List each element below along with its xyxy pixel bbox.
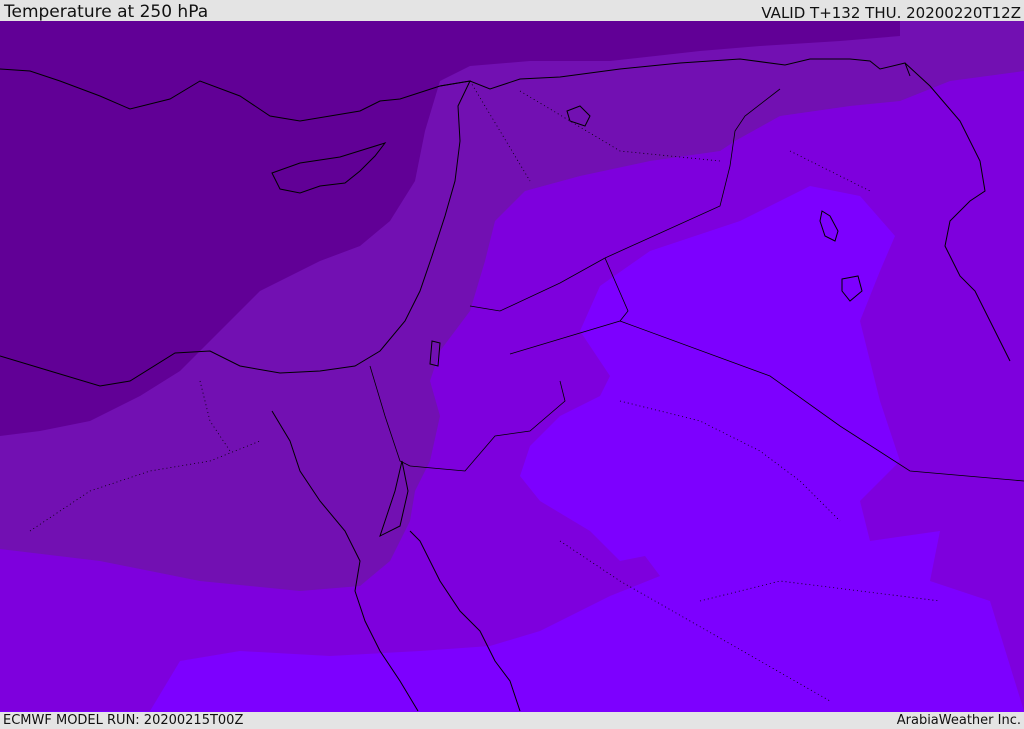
credit-label: ArabiaWeather Inc.	[896, 713, 1021, 728]
valid-time: VALID T+132 THU. 20200220T12Z	[761, 4, 1021, 22]
map-title: Temperature at 250 hPa	[4, 2, 209, 22]
header-bar: Temperature at 250 hPa VALID T+132 THU. …	[0, 0, 1024, 21]
footer-bar: ECMWF MODEL RUN: 20200215T00Z ArabiaWeat…	[0, 712, 1024, 729]
weather-map[interactable]	[0, 21, 1024, 712]
model-run-label: ECMWF MODEL RUN: 20200215T00Z	[3, 713, 244, 728]
temperature-map-canvas	[0, 21, 1024, 712]
